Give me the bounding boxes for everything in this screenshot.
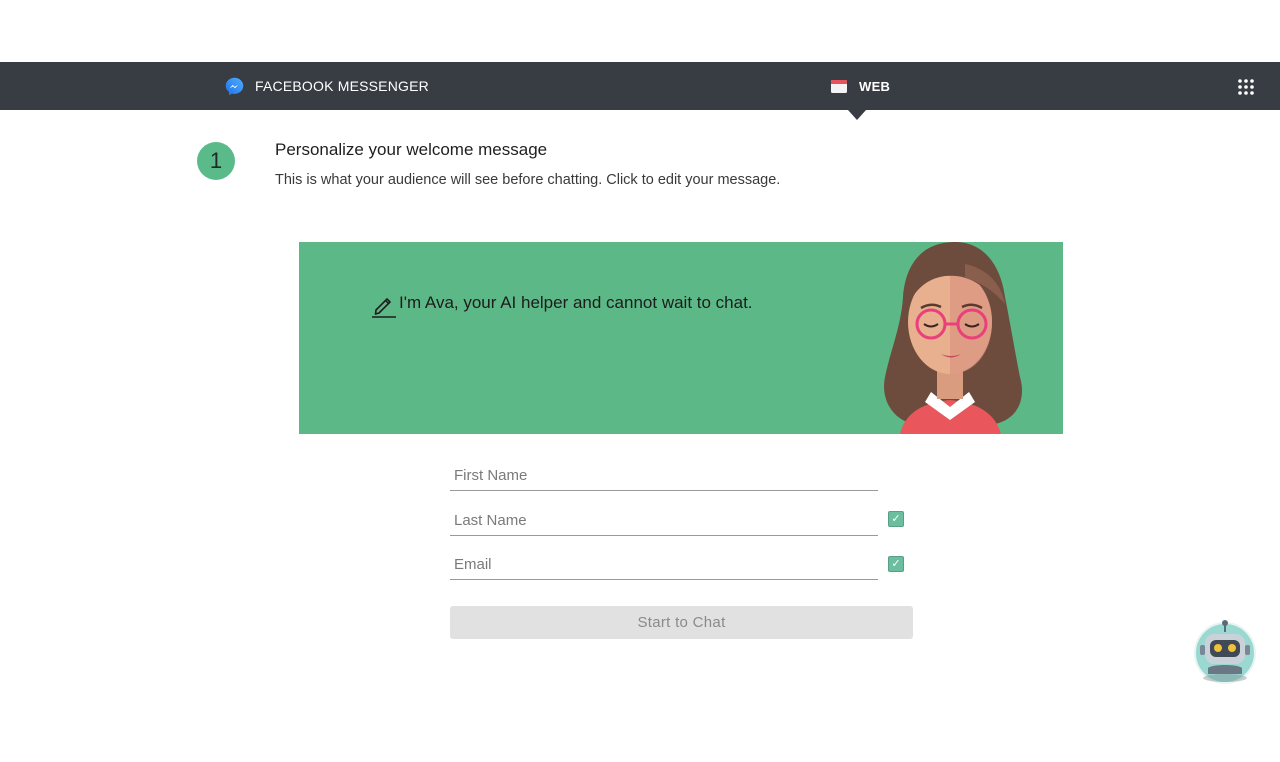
- tab-web-label: WEB: [859, 78, 891, 94]
- welcome-message-text[interactable]: I'm Ava, your AI helper and cannot wait …: [399, 292, 779, 313]
- pencil-edit-icon[interactable]: [370, 292, 396, 318]
- last-name-field[interactable]: [450, 501, 878, 536]
- chatbot-robot-icon[interactable]: [1192, 618, 1258, 684]
- messenger-icon: [225, 77, 244, 95]
- first-name-field[interactable]: [450, 456, 878, 491]
- top-navigation-bar: FACEBOOK MESSENGER WEB: [0, 62, 1280, 110]
- web-browser-icon: [831, 79, 847, 93]
- last-name-input[interactable]: [452, 507, 876, 533]
- email-field[interactable]: [450, 545, 878, 580]
- active-tab-pointer: [848, 110, 866, 120]
- ava-avatar-illustration: [884, 242, 1023, 434]
- last-name-required-checkbox[interactable]: ✓: [888, 511, 904, 527]
- tab-facebook-messenger[interactable]: FACEBOOK MESSENGER: [224, 76, 429, 96]
- step-subtitle: This is what your audience will see befo…: [275, 172, 781, 188]
- first-name-input[interactable]: [452, 462, 876, 488]
- tab-web[interactable]: WEB: [831, 76, 890, 96]
- step-title: Personalize your welcome message: [275, 140, 548, 159]
- apps-grid-icon[interactable]: [1237, 78, 1255, 96]
- tab-facebook-messenger-label: FACEBOOK MESSENGER: [255, 78, 429, 94]
- step-number-badge: 1: [197, 142, 235, 180]
- email-input[interactable]: [452, 551, 876, 577]
- start-to-chat-button[interactable]: Start to Chat: [450, 606, 913, 639]
- email-required-checkbox[interactable]: ✓: [888, 556, 904, 572]
- welcome-banner: I'm Ava, your AI helper and cannot wait …: [299, 242, 1063, 434]
